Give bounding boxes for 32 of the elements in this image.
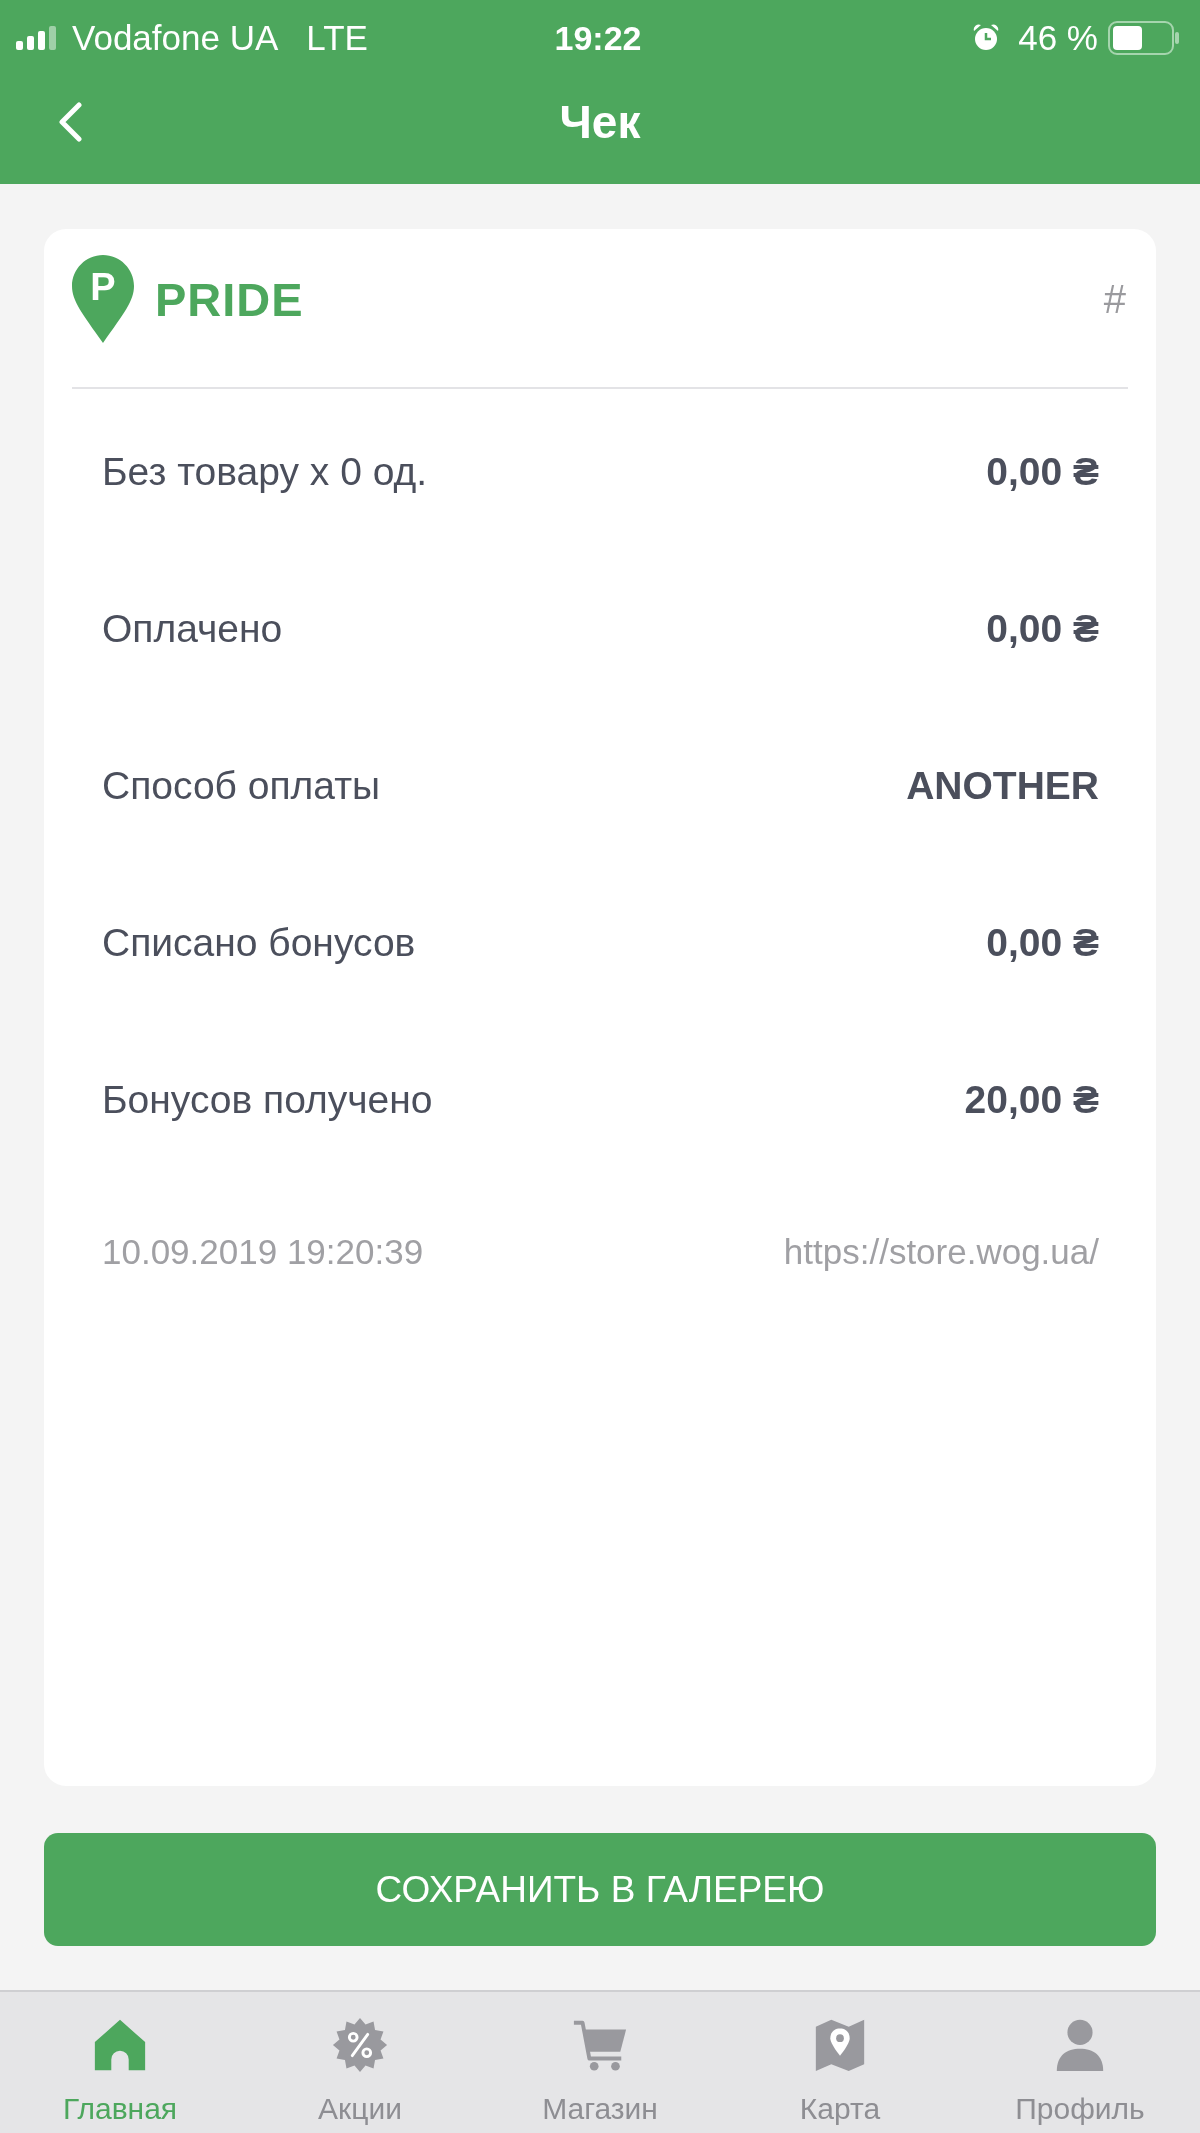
save-to-gallery-button[interactable]: СОХРАНИТЬ В ГАЛЕРЕЮ: [44, 1833, 1156, 1946]
line-item-label: Списано бонусов: [102, 920, 416, 965]
store-url: https://store.wog.ua/: [783, 1232, 1099, 1272]
line-item-value: 20,00 ₴: [964, 1077, 1099, 1122]
carrier-name: Vodafone UA: [72, 18, 279, 58]
network-type: LTE: [306, 18, 368, 58]
screen-title: Чек: [559, 95, 641, 149]
map-pin-icon: [72, 255, 134, 343]
line-item-value: 0,00 ₴: [986, 449, 1099, 494]
line-item-label: Оплачено: [102, 606, 283, 651]
discount-badge-icon: [331, 2016, 389, 2074]
line-item-value: 0,00 ₴: [986, 606, 1099, 651]
logo-letter: P: [90, 265, 116, 309]
tab[interactable]: Карта: [720, 1992, 960, 2133]
alarm-clock-icon: [972, 24, 1001, 52]
tab[interactable]: Магазин: [480, 1992, 720, 2133]
line-item-value: ANOTHER: [906, 763, 1099, 808]
line-item-label: Без товару x 0 од.: [102, 449, 428, 494]
tab[interactable]: Акции: [240, 1992, 480, 2133]
tab[interactable]: Главная: [0, 1992, 240, 2133]
signal-icon: [16, 26, 58, 50]
battery-percent: 46 %: [1018, 18, 1098, 58]
tab[interactable]: Профиль: [960, 1992, 1200, 2133]
line-item-value: 0,00 ₴: [986, 920, 1099, 965]
battery-icon: [1108, 21, 1180, 55]
brand-name: PRIDE: [155, 271, 304, 327]
line-item-label: Способ оплаты: [102, 763, 381, 808]
receipt-number-sign: #: [1103, 276, 1126, 322]
back-icon[interactable]: [57, 102, 83, 142]
receipt-date: 10.09.2019 19:20:39: [102, 1232, 424, 1272]
line-item-label: Бонусов получено: [102, 1077, 433, 1122]
clock-time: 19:22: [554, 18, 642, 58]
